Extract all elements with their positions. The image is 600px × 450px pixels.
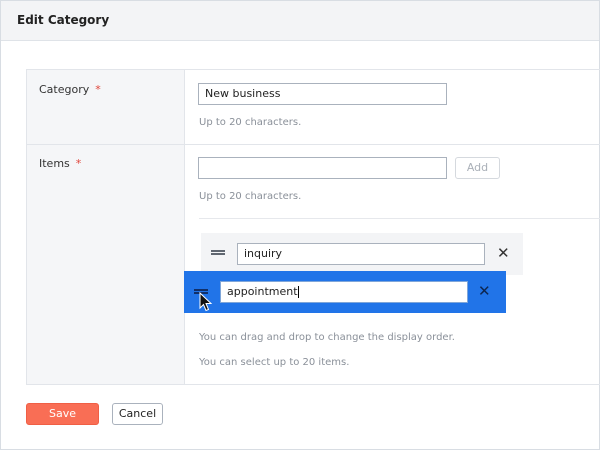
item-input[interactable]: appointment [220, 281, 468, 303]
dialog-header: Edit Category [1, 1, 599, 41]
required-mark: * [75, 157, 82, 170]
save-button[interactable]: Save [26, 403, 99, 425]
items-label: Items * [39, 157, 81, 170]
required-mark: * [95, 83, 101, 96]
item-input[interactable]: inquiry [237, 243, 485, 265]
dragging-list-item[interactable]: appointment ✕ [184, 271, 506, 313]
category-hint: Up to 20 characters. [199, 117, 302, 128]
items-label-text: Items [39, 157, 70, 170]
mouse-pointer-icon [199, 292, 213, 312]
list-item[interactable]: inquiry ✕ [201, 233, 523, 275]
close-icon[interactable]: ✕ [497, 246, 510, 261]
close-icon[interactable]: ✕ [478, 284, 491, 299]
category-label-text: Category [39, 83, 90, 96]
text-caret [297, 286, 299, 298]
category-form: Category * New business Up to 20 characte… [26, 69, 600, 385]
label-column [27, 70, 185, 384]
category-name-input[interactable]: New business [198, 83, 447, 105]
drag-handle-icon[interactable] [211, 250, 225, 255]
dialog-title: Edit Category [17, 13, 110, 27]
drag-hint: You can drag and drop to change the disp… [199, 332, 455, 343]
row-divider [27, 144, 600, 145]
cancel-button[interactable]: Cancel [112, 403, 163, 425]
item-list-divider [199, 218, 600, 219]
items-hint: Up to 20 characters. [199, 191, 302, 202]
limit-hint: You can select up to 20 items. [199, 357, 350, 368]
new-item-input[interactable] [198, 157, 447, 179]
add-item-button[interactable]: Add [455, 157, 500, 179]
category-label: Category * [39, 83, 101, 96]
edit-category-dialog: Edit Category Category * New business Up … [0, 0, 600, 450]
item-input-text: appointment [227, 285, 298, 298]
